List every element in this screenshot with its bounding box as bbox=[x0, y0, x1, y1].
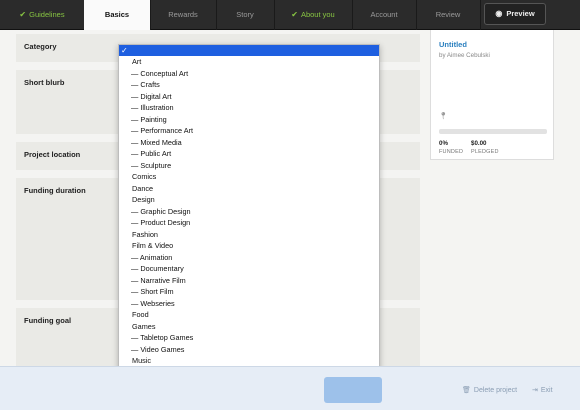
tab-about-you-label: About you bbox=[300, 10, 335, 19]
category-option[interactable]: — Sculpture bbox=[119, 160, 379, 172]
top-navigation: ✔ Guidelines Basics Rewards Story ✔ About … bbox=[0, 0, 580, 30]
delete-project-link[interactable]: 🗑︎ Delete project bbox=[462, 386, 517, 394]
tab-guidelines-label: Guidelines bbox=[29, 10, 65, 19]
category-option[interactable]: — Product Design bbox=[119, 217, 379, 229]
category-option[interactable]: — Conceptual Art bbox=[119, 68, 379, 80]
tab-rewards[interactable]: Rewards bbox=[150, 0, 217, 30]
dropdown-selected-option[interactable]: ✓ bbox=[119, 45, 379, 56]
category-option[interactable]: — Public Art bbox=[119, 148, 379, 160]
project-byline: by Aimee Cebulski bbox=[439, 52, 490, 59]
category-option[interactable]: Dance bbox=[119, 183, 379, 195]
eye-icon: ◉ bbox=[495, 9, 503, 18]
category-label: Category bbox=[24, 42, 57, 51]
pledged-value: $0.00 bbox=[471, 140, 487, 147]
tab-basics-label: Basics bbox=[104, 10, 130, 19]
category-option[interactable]: — Painting bbox=[119, 114, 379, 126]
tab-guidelines[interactable]: ✔ Guidelines bbox=[0, 0, 85, 30]
tab-account[interactable]: Account bbox=[352, 0, 417, 30]
category-option[interactable]: — Documentary bbox=[119, 263, 379, 275]
category-option[interactable]: — Crafts bbox=[119, 79, 379, 91]
tab-story[interactable]: Story bbox=[216, 0, 275, 30]
category-option[interactable]: — Animation bbox=[119, 252, 379, 264]
category-option[interactable]: — Graphic Design bbox=[119, 206, 379, 218]
category-option[interactable]: Food bbox=[119, 309, 379, 321]
funding-progress-bar bbox=[439, 129, 547, 134]
delete-project-label: Delete project bbox=[473, 387, 518, 394]
category-option[interactable]: — Mixed Media bbox=[119, 137, 379, 149]
category-option[interactable]: Fashion bbox=[119, 229, 379, 241]
category-option[interactable]: Design bbox=[119, 194, 379, 206]
category-option[interactable]: Games bbox=[119, 321, 379, 333]
category-option[interactable]: Film & Video bbox=[119, 240, 379, 252]
category-dropdown[interactable]: ✓ Art — Conceptual Art — Crafts — Digital A… bbox=[118, 44, 380, 410]
step-tabs: ✔ Guidelines Basics Rewards Story ✔ About … bbox=[0, 0, 481, 30]
tab-about-you[interactable]: ✔ About you bbox=[274, 0, 353, 30]
tab-divider bbox=[480, 0, 481, 30]
category-option[interactable]: — Performance Art bbox=[119, 125, 379, 137]
funding-goal-label: Funding goal bbox=[24, 316, 72, 325]
tab-account-label: Account bbox=[370, 10, 398, 19]
funded-value: 0% bbox=[439, 140, 448, 147]
short-blurb-label: Short blurb bbox=[24, 78, 65, 87]
project-title[interactable]: Untitled bbox=[439, 40, 467, 49]
funded-stat: 0% FUNDED bbox=[439, 140, 463, 156]
tab-rewards-label: Rewards bbox=[168, 10, 198, 19]
tab-basics[interactable]: Basics bbox=[84, 0, 151, 30]
check-circle-icon: ✔ bbox=[19, 10, 27, 19]
check-circle-icon: ✔ bbox=[291, 10, 298, 19]
category-option[interactable]: — Digital Art bbox=[119, 91, 379, 103]
preview-button[interactable]: ◉ Preview bbox=[484, 3, 546, 25]
bottom-action-bar: 🗑︎ Delete project ⇥ Exit bbox=[0, 366, 580, 410]
category-option[interactable]: — Narrative Film bbox=[119, 275, 379, 287]
category-option[interactable]: — Video Games bbox=[119, 344, 379, 356]
tab-review-label: Review bbox=[435, 10, 461, 19]
category-option[interactable]: — Tabletop Games bbox=[119, 332, 379, 344]
category-option[interactable]: — Webseries bbox=[119, 298, 379, 310]
category-option[interactable]: Music bbox=[119, 355, 379, 367]
funded-caption: FUNDED bbox=[439, 149, 464, 155]
preview-label: Preview bbox=[506, 9, 535, 18]
category-options: Art — Conceptual Art — Crafts — Digital Art… bbox=[119, 56, 379, 401]
exit-icon: ⇥ bbox=[532, 387, 538, 394]
funding-duration-label: Funding duration bbox=[24, 186, 86, 195]
save-button[interactable] bbox=[324, 377, 382, 403]
pledged-stat: $0.00 PLEDGED bbox=[471, 140, 499, 156]
tab-story-label: Story bbox=[236, 10, 254, 19]
map-pin-icon: 📍︎ bbox=[439, 113, 448, 120]
category-option[interactable]: Comics bbox=[119, 171, 379, 183]
project-preview-card: Untitled by Aimee Cebulski 📍︎ 0% FUNDED … bbox=[430, 30, 554, 160]
trash-icon: 🗑︎ bbox=[462, 387, 471, 394]
exit-link[interactable]: ⇥ Exit bbox=[532, 386, 553, 394]
category-option[interactable]: — Short Film bbox=[119, 286, 379, 298]
tab-review[interactable]: Review bbox=[416, 0, 481, 30]
pledged-caption: PLEDGED bbox=[471, 149, 499, 155]
category-option[interactable]: Art bbox=[119, 56, 379, 68]
category-option[interactable]: — Illustration bbox=[119, 102, 379, 114]
project-location-label: Project location bbox=[24, 150, 81, 159]
exit-label: Exit bbox=[540, 387, 553, 394]
